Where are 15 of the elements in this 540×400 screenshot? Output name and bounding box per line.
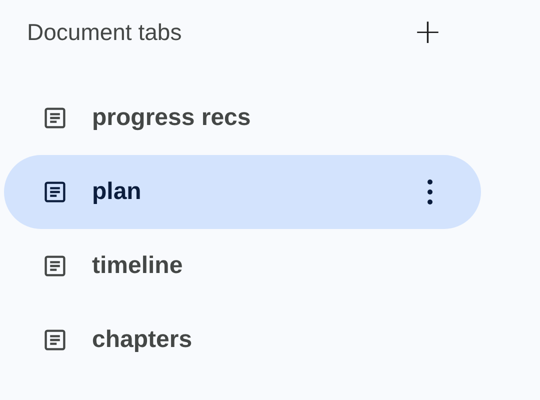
document-tab[interactable]: timeline (4, 229, 481, 303)
tab-label: progress recs (92, 104, 252, 132)
tab-label: chapters (92, 326, 194, 354)
add-tab-button[interactable]: + (414, 15, 442, 49)
document-icon (42, 179, 68, 205)
document-tab[interactable]: chapters (4, 303, 481, 377)
panel-title: Document tabs (27, 18, 182, 46)
document-tab[interactable]: plan (4, 155, 481, 229)
document-icon (42, 253, 68, 279)
document-icon (42, 105, 68, 131)
document-tab[interactable]: progress recs (4, 81, 481, 155)
document-icon (42, 327, 68, 353)
tab-label: plan (92, 178, 142, 206)
more-options-icon[interactable] (427, 179, 433, 205)
tab-label: timeline (92, 252, 184, 280)
